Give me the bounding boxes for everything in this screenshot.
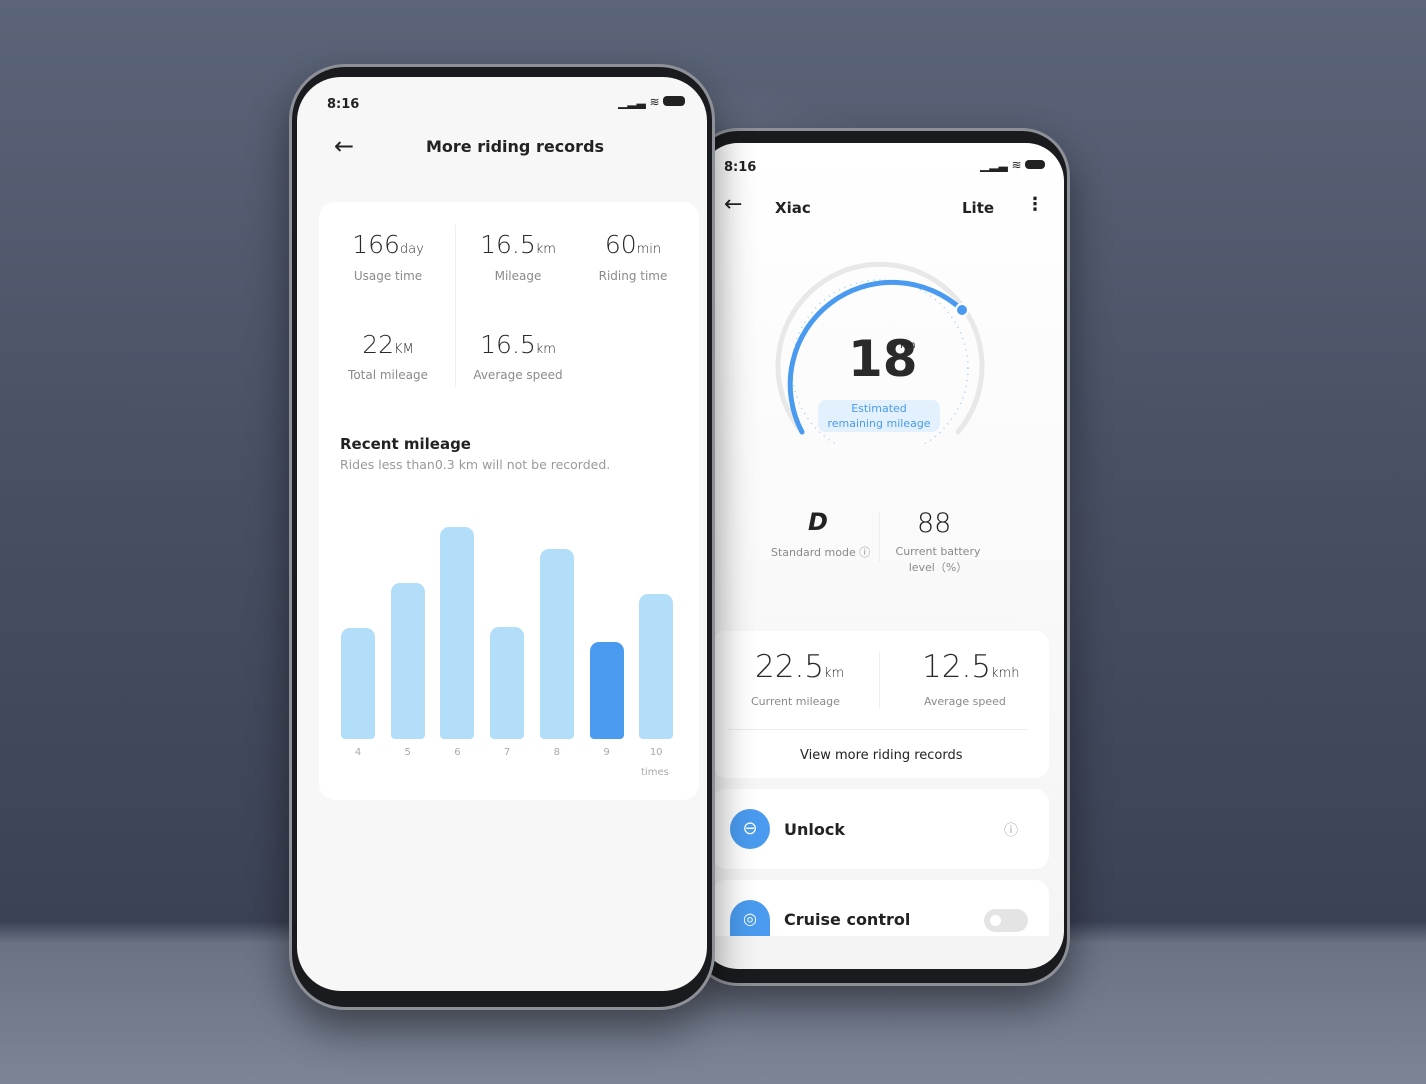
stat-label: Mileage	[494, 269, 542, 283]
chart-bar	[539, 549, 574, 739]
stat-value: 22KM	[362, 330, 414, 359]
status-icons: ▁▂▃ ≋	[618, 95, 686, 109]
stat-label: Riding time	[598, 269, 668, 283]
status-time: 8:16	[327, 97, 360, 112]
stat-value: 16.5km	[480, 230, 556, 259]
x-tick-label: 5	[404, 747, 411, 758]
x-tick-label: 9	[603, 747, 610, 758]
stat-label: Usage time	[353, 269, 423, 283]
x-tick-label: 4	[354, 747, 362, 758]
x-tick-label: 8	[553, 747, 560, 758]
x-axis-label: times	[641, 767, 669, 778]
x-tick-label: 10	[649, 747, 663, 758]
stat-value: 60min	[604, 230, 662, 259]
chart-bar	[341, 628, 375, 739]
chart-bar	[589, 642, 624, 739]
signal-icon: ▁▂▃	[618, 95, 646, 109]
battery-icon	[663, 96, 686, 106]
x-tick-label: 6	[454, 747, 461, 758]
chart-bar	[639, 594, 674, 739]
chart-bar	[440, 527, 475, 739]
stat-value: 166day	[352, 230, 424, 259]
stat-value: 16.5km	[480, 330, 556, 359]
page-title: More riding records	[426, 137, 605, 156]
chart-bar	[390, 583, 425, 739]
back-button[interactable]: ←	[334, 132, 354, 160]
recent-mileage-title: Recent mileage	[340, 435, 471, 453]
x-tick-label: 7	[503, 747, 511, 758]
wifi-icon: ≋	[649, 95, 660, 109]
stat-label: Total mileage	[348, 368, 428, 382]
chart-bar	[490, 627, 525, 739]
stat-label: Average speed	[473, 368, 563, 382]
recent-mileage-subtitle: Rides less than0.3 km will not be record…	[340, 457, 611, 472]
divider	[455, 225, 456, 387]
